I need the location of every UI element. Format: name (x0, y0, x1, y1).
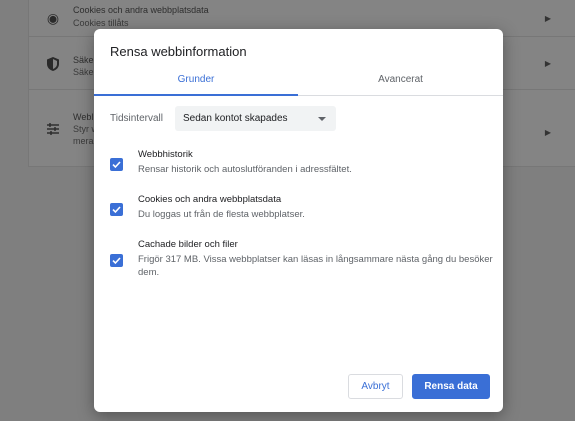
time-range-value: Sedan kontot skapades (183, 113, 288, 124)
settings-row-subtitle: Cookies tillåts (73, 18, 129, 28)
option-description: Rensar historik och autoslutföranden i a… (138, 164, 352, 175)
settings-row-subtitle: Säke (73, 67, 94, 77)
checkmark-icon (112, 257, 121, 265)
browsing-history-checkbox[interactable] (110, 158, 123, 171)
cookie-icon: ◉ (46, 10, 60, 26)
time-range-select[interactable]: Sedan kontot skapades (175, 106, 336, 131)
time-range-label: Tidsintervall (110, 113, 163, 124)
shield-icon (45, 56, 61, 72)
tab-basic[interactable]: Grunder (94, 64, 298, 96)
option-description: Frigör 317 MB. Vissa webbplatser kan läs… (138, 254, 493, 278)
clear-data-button[interactable]: Rensa data (412, 374, 490, 399)
settings-row-subtitle: mera (73, 136, 94, 146)
caret-down-icon (318, 117, 326, 121)
chevron-right-icon: ▶ (544, 128, 551, 137)
active-tab-indicator (94, 94, 298, 96)
clear-browsing-data-dialog: Rensa webbinformation Grunder Avancerat … (94, 29, 503, 412)
checkmark-icon (112, 161, 121, 169)
settings-row-title: Säke (73, 55, 94, 65)
settings-row-title: Webl (73, 112, 94, 122)
dialog-title: Rensa webbinformation (110, 44, 247, 59)
option-description: Du loggas ut från de flesta webbplatser. (138, 209, 305, 220)
chevron-right-icon: ▶ (544, 14, 551, 23)
checkmark-icon (112, 206, 121, 214)
option-title: Cachade bilder och filer (138, 239, 238, 250)
settings-row-title: Cookies och andra webbplatsdata (73, 5, 209, 15)
dialog-tabs: Grunder Avancerat (94, 64, 503, 96)
cookies-checkbox[interactable] (110, 203, 123, 216)
option-title: Cookies och andra webbplatsdata (138, 194, 282, 205)
sliders-icon (45, 122, 61, 138)
cancel-button[interactable]: Avbryt (348, 374, 403, 399)
cached-images-checkbox[interactable] (110, 254, 123, 267)
option-title: Webbhistorik (138, 149, 193, 160)
chevron-right-icon: ▶ (544, 59, 551, 68)
tab-advanced[interactable]: Avancerat (298, 64, 503, 96)
